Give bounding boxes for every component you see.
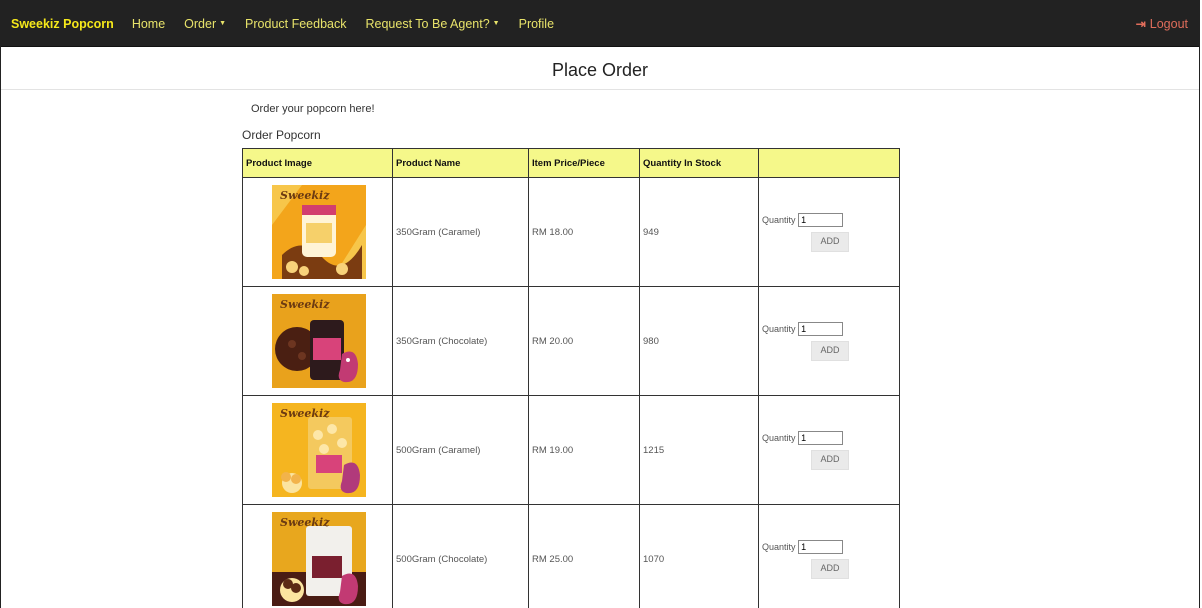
stock-cell: 1070 bbox=[639, 504, 759, 608]
product-name-cell: 350Gram (Chocolate) bbox=[392, 286, 529, 396]
sign-out-icon: ⇥ bbox=[1135, 16, 1146, 31]
table-row: Sweekiz 350Gram (Caramel) RM 18.00 949 Q… bbox=[242, 177, 900, 287]
quantity-label: Quantity bbox=[762, 215, 796, 225]
column-header-product-name: Product Name bbox=[392, 148, 529, 178]
quantity-input[interactable] bbox=[798, 213, 844, 227]
nav-order-label: Order bbox=[184, 16, 217, 31]
quantity-input[interactable] bbox=[798, 431, 844, 445]
page-title: Place Order bbox=[551, 60, 649, 80]
stock-cell: 980 bbox=[639, 286, 759, 396]
add-button[interactable]: ADD bbox=[811, 559, 849, 579]
column-header-stock: Quantity In Stock bbox=[639, 148, 759, 178]
svg-text:Sweekiz: Sweekiz bbox=[280, 407, 330, 420]
logout-link[interactable]: ⇥ Logout bbox=[1136, 0, 1188, 47]
product-image: Sweekiz bbox=[272, 512, 366, 606]
price-cell: RM 25.00 bbox=[528, 504, 640, 608]
quantity-cell: Quantity ADD bbox=[758, 286, 900, 396]
quantity-group: Quantity ADD bbox=[762, 213, 849, 252]
quantity-input[interactable] bbox=[798, 322, 844, 336]
column-header-product-image: Product Image bbox=[242, 148, 393, 178]
price-cell: RM 20.00 bbox=[528, 286, 640, 396]
add-button[interactable]: ADD bbox=[811, 341, 849, 361]
table-header-row: Product Image Product Name Item Price/Pi… bbox=[242, 148, 900, 178]
caret-down-icon: ▼ bbox=[219, 20, 227, 27]
add-button[interactable]: ADD bbox=[811, 232, 849, 252]
caret-down-icon: ▼ bbox=[492, 20, 500, 27]
svg-text:Sweekiz: Sweekiz bbox=[280, 298, 330, 311]
product-name-cell: 350Gram (Caramel) bbox=[392, 177, 529, 287]
nav-product-feedback[interactable]: Product Feedback bbox=[245, 17, 346, 31]
quantity-cell: Quantity ADD bbox=[758, 504, 900, 608]
table-row: Sweekiz 500Gram (Caramel) RM 19.00 1215 … bbox=[242, 395, 900, 505]
quantity-group: Quantity ADD bbox=[762, 431, 849, 470]
table-row: Sweekiz 350Gram (Chocolate) RM 20.00 980… bbox=[242, 286, 900, 396]
column-header-action bbox=[758, 148, 900, 178]
quantity-input[interactable] bbox=[798, 540, 844, 554]
column-header-price: Item Price/Piece bbox=[528, 148, 640, 178]
intro-text: Order your popcorn here! bbox=[251, 103, 375, 115]
quantity-cell: Quantity ADD bbox=[758, 395, 900, 505]
nav-request-label: Request To Be Agent? bbox=[365, 16, 490, 31]
quantity-label: Quantity bbox=[762, 433, 796, 443]
nav-order-dropdown[interactable]: Order ▼ bbox=[184, 17, 226, 31]
product-image: Sweekiz bbox=[272, 403, 366, 497]
product-image-cell: Sweekiz bbox=[242, 177, 393, 287]
logout-label: Logout bbox=[1149, 16, 1188, 31]
order-table: Product Image Product Name Item Price/Pi… bbox=[242, 148, 900, 608]
nav-request-agent-dropdown[interactable]: Request To Be Agent? ▼ bbox=[366, 17, 500, 31]
quantity-group: Quantity ADD bbox=[762, 322, 849, 361]
stock-cell: 949 bbox=[639, 177, 759, 287]
quantity-label: Quantity bbox=[762, 542, 796, 552]
product-name-cell: 500Gram (Chocolate) bbox=[392, 504, 529, 608]
brand-link[interactable]: Sweekiz Popcorn bbox=[11, 17, 114, 31]
product-image-cell: Sweekiz bbox=[242, 504, 393, 608]
svg-text:Sweekiz: Sweekiz bbox=[280, 189, 330, 202]
quantity-group: Quantity ADD bbox=[762, 540, 849, 579]
quantity-label: Quantity bbox=[762, 324, 796, 334]
product-image: Sweekiz bbox=[272, 294, 366, 388]
nav-feedback-label: Product Feedback bbox=[245, 16, 347, 31]
product-image-cell: Sweekiz bbox=[242, 395, 393, 505]
section-title: Order Popcorn bbox=[242, 128, 321, 142]
stock-cell: 1215 bbox=[639, 395, 759, 505]
product-image-cell: Sweekiz bbox=[242, 286, 393, 396]
nav-profile[interactable]: Profile bbox=[519, 17, 554, 31]
navbar: Sweekiz Popcorn Home Order ▼ Product Feed… bbox=[1, 0, 1199, 47]
app-frame: Sweekiz Popcorn Home Order ▼ Product Feed… bbox=[0, 0, 1200, 608]
svg-text:Sweekiz: Sweekiz bbox=[280, 516, 330, 529]
table-row: Sweekiz 500Gram (Chocolate) RM 25.00 107… bbox=[242, 504, 900, 608]
product-name-cell: 500Gram (Caramel) bbox=[392, 395, 529, 505]
price-cell: RM 18.00 bbox=[528, 177, 640, 287]
add-button[interactable]: ADD bbox=[811, 450, 849, 470]
nav-home-label: Home bbox=[131, 16, 166, 31]
nav-left: Sweekiz Popcorn Home Order ▼ Product Feed… bbox=[11, 0, 573, 47]
nav-home[interactable]: Home bbox=[132, 17, 165, 31]
product-image: Sweekiz bbox=[272, 185, 366, 279]
quantity-cell: Quantity ADD bbox=[758, 177, 900, 287]
page-header: Place Order bbox=[1, 47, 1199, 90]
nav-profile-label: Profile bbox=[518, 16, 555, 31]
price-cell: RM 19.00 bbox=[528, 395, 640, 505]
